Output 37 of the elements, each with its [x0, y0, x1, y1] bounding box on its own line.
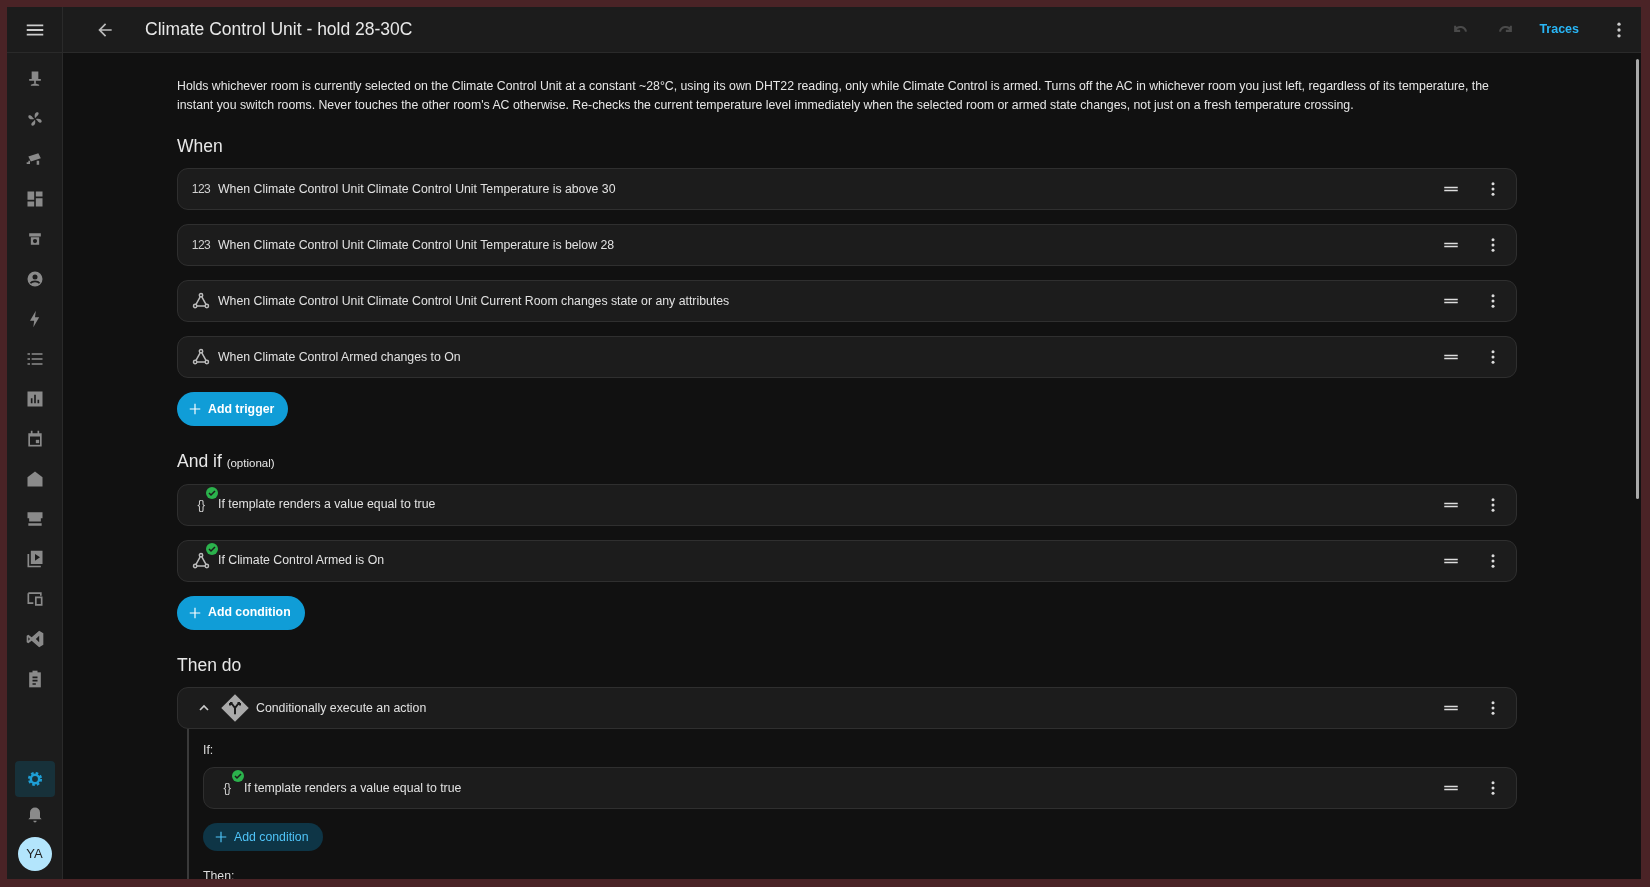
row-text: If template renders a value equal to true [244, 779, 463, 797]
numeric-icon: 123 [191, 180, 211, 199]
section-heading: Then do [177, 653, 243, 677]
scrollbar[interactable] [1636, 59, 1639, 499]
numeric-icon: 123 [191, 236, 211, 255]
row-text: When Climate Control Armed changes to On [218, 349, 462, 367]
row-text: If template renders a value equal to true [218, 496, 437, 514]
row-text: When Climate Control Unit Climate Control Unit Current Room changes state or any attributes [218, 293, 731, 311]
row-text: When Climate Control Unit Climate Control Unit Temperature is above 30 [218, 181, 617, 199]
plus-icon [214, 830, 228, 845]
traces-button[interactable]: Traces [1533, 19, 1585, 40]
row-text: If Climate Control Armed is On [218, 552, 386, 570]
template-icon: {} [197, 495, 205, 514]
description: Holds whichever room is currently selected on the Climate Control Unit at a constant ~28°C, using its own DHT22 reading, only while Climate Control is armed. Turns off the AC in whichever room you just left, regardless of its temperature, the instant you switch rooms. Never touches the other room's AC otherwise. Re-checks the current temperature level immediately when the selected room or armed state changes, not just on a fresh temperature crossing. [177, 78, 1490, 114]
list-row[interactable]: 123 When Climate Control Unit Climate Control Unit Temperature is below 28 [177, 224, 1517, 267]
section-heading: And if [177, 451, 222, 472]
plus-icon [188, 402, 202, 417]
add-button[interactable]: Add condition [203, 823, 323, 852]
list-row[interactable]: {} If template renders a value equal to true [177, 483, 1517, 526]
code-editor-icon[interactable] [24, 629, 45, 649]
list-row[interactable]: {} If template renders a value equal to true [203, 767, 1517, 810]
page-title: Climate Control Unit - hold 28-30C [145, 18, 413, 42]
row-text: Conditionally execute an action [256, 699, 428, 717]
state-icon [191, 550, 211, 571]
list-row[interactable]: When Climate Control Armed changes to On [177, 336, 1517, 379]
list-row[interactable]: Conditionally execute an action [177, 686, 1517, 729]
section-heading: When [177, 135, 224, 158]
list-row[interactable]: If Climate Control Armed is On [177, 539, 1517, 582]
branch-icon [220, 692, 250, 723]
list-row[interactable]: 123 When Climate Control Unit Climate Control Unit Temperature is above 30 [177, 168, 1517, 211]
avatar[interactable]: YA [17, 837, 52, 871]
row-text: When Climate Control Unit Climate Control Unit Temperature is below 28 [218, 237, 616, 255]
hint-text: (optional) [226, 457, 275, 470]
template-icon: {} [223, 779, 231, 798]
plus-icon [188, 605, 202, 620]
list-row[interactable]: When Climate Control Unit Climate Control Unit Current Room changes state or any attributes [177, 280, 1517, 323]
field-label: If: [203, 741, 215, 759]
